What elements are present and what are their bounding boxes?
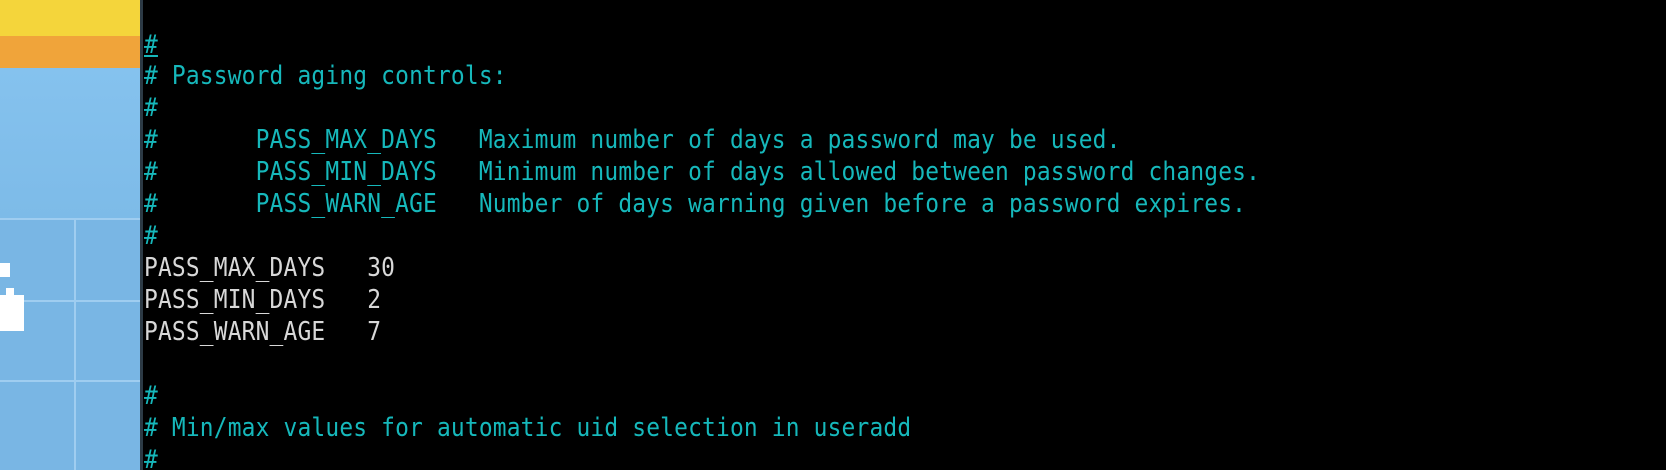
comment-line[interactable]: # (144, 29, 158, 61)
terminal-editor[interactable]: # # Password aging controls: # # PASS_MA… (143, 0, 1666, 470)
comment-line[interactable]: # (144, 380, 158, 412)
desktop-orange-band (0, 36, 143, 68)
desktop-grid-line (0, 380, 143, 382)
desktop-yellow-band (0, 0, 143, 36)
comment-line[interactable]: # PASS_WARN_AGE Number of days warning g… (144, 188, 1246, 220)
desktop-background-strip (0, 0, 143, 470)
comment-line[interactable]: # Password aging controls: (144, 60, 507, 92)
desktop-icon-fragment (6, 288, 14, 296)
comment-line[interactable]: # Min/max values for automatic uid selec… (144, 412, 911, 444)
screen: # # Password aging controls: # # PASS_MA… (0, 0, 1666, 470)
comment-line[interactable]: # (144, 444, 158, 470)
desktop-blue-area (0, 68, 143, 218)
comment-line[interactable]: # PASS_MAX_DAYS Maximum number of days a… (144, 124, 1121, 156)
comment-line[interactable]: # PASS_MIN_DAYS Minimum number of days a… (144, 156, 1260, 188)
desktop-grid-line (0, 218, 143, 220)
comment-line[interactable]: # (144, 220, 158, 252)
desktop-icon-fragment (0, 263, 10, 277)
comment-line[interactable]: # (144, 92, 158, 124)
setting-line-pass-warn-age[interactable]: PASS_WARN_AGE 7 (144, 316, 381, 348)
desktop-window-divider (74, 218, 76, 470)
desktop-window-partial (0, 218, 143, 470)
setting-line-pass-min-days[interactable]: PASS_MIN_DAYS 2 (144, 284, 381, 316)
desktop-icon-fragment (0, 295, 24, 331)
setting-line-pass-max-days[interactable]: PASS_MAX_DAYS 30 (144, 252, 395, 284)
